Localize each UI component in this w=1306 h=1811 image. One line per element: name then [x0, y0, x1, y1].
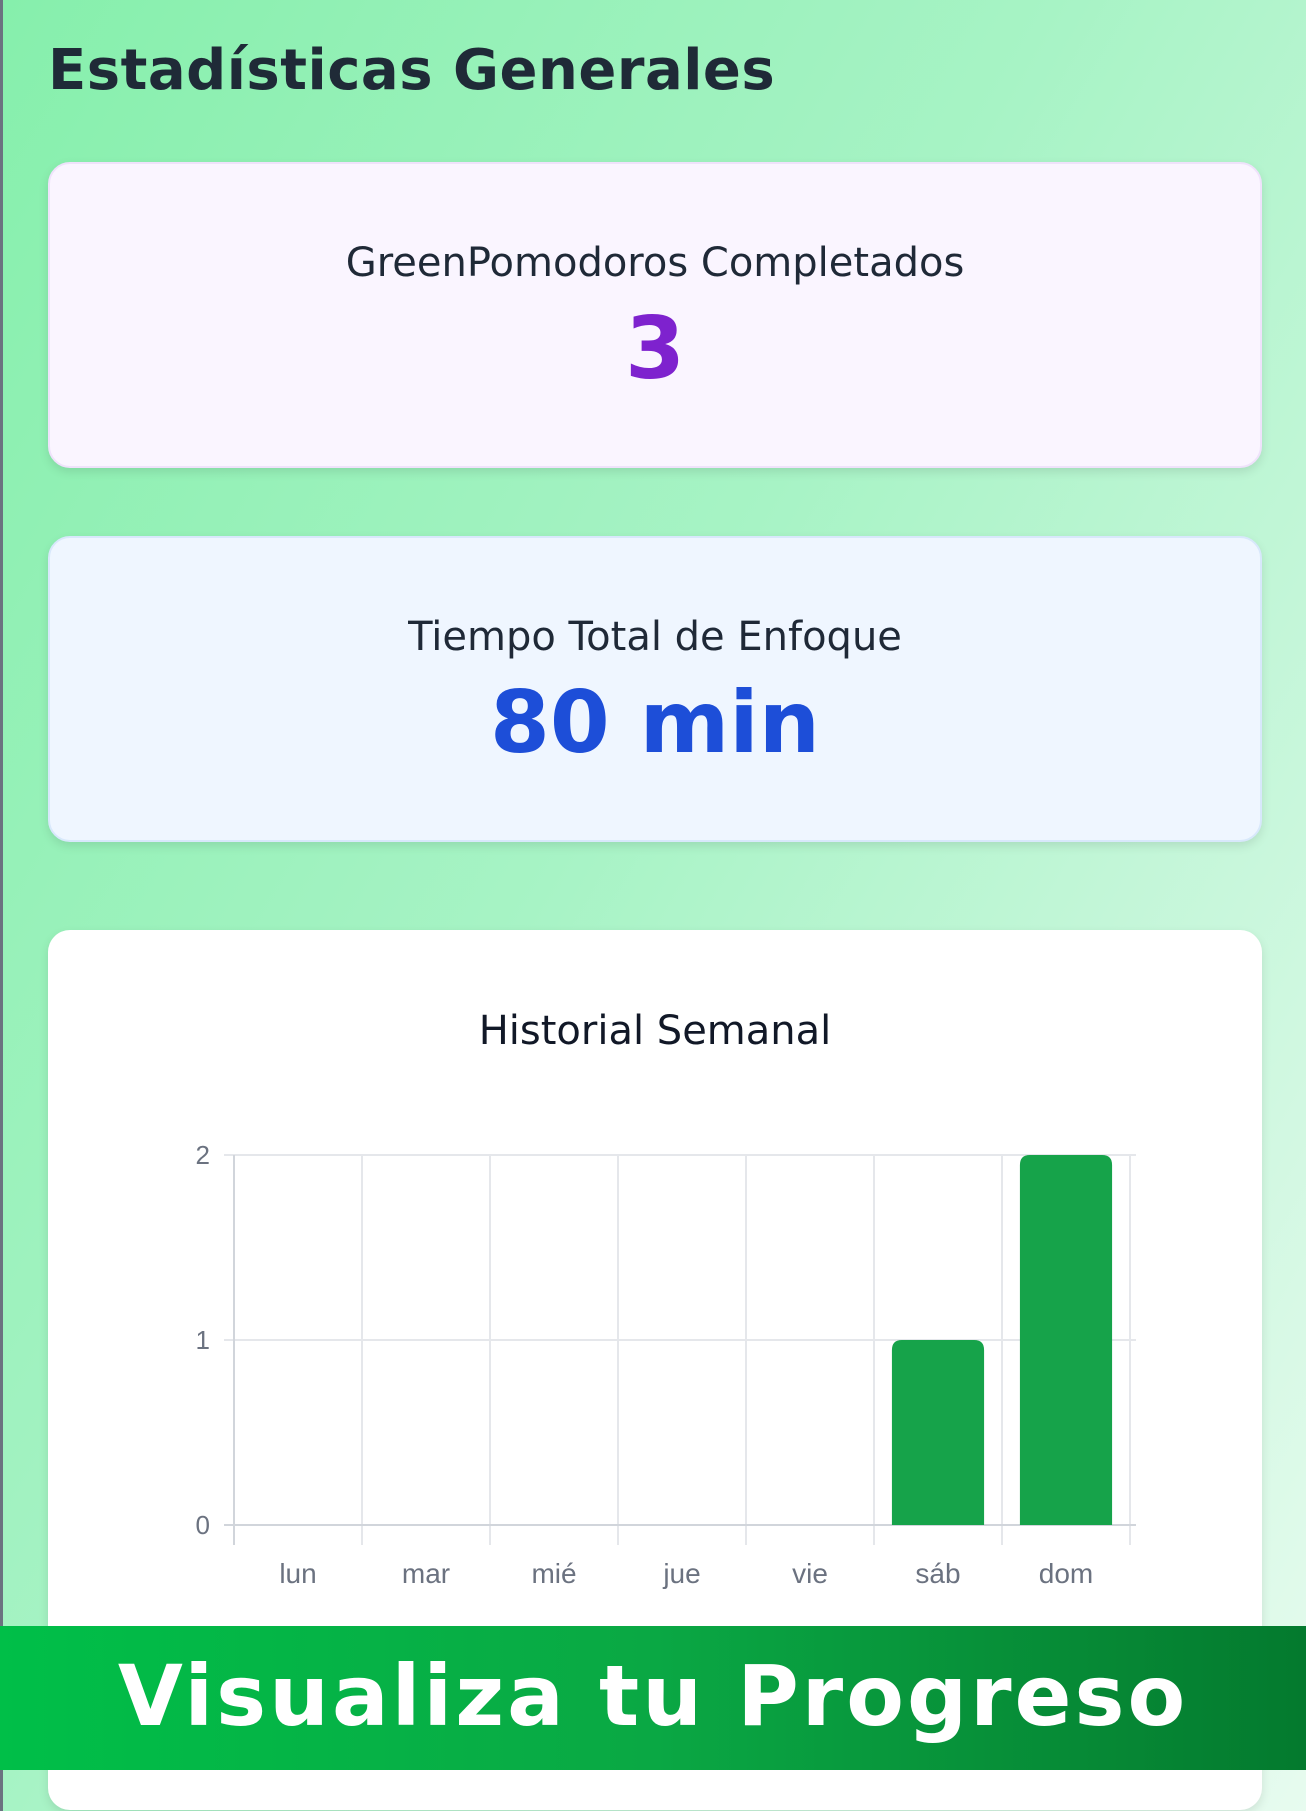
bar-dom — [1019, 1155, 1113, 1525]
y-tick-label: 2 — [196, 1140, 210, 1170]
x-tick-label: vie — [792, 1558, 828, 1589]
pomodoros-completed-value: 3 — [625, 299, 685, 399]
promo-banner-text: Visualiza tu Progreso — [117, 1647, 1189, 1745]
y-tick-label: 1 — [196, 1325, 210, 1355]
total-focus-time-label: Tiempo Total de Enfoque — [408, 614, 902, 660]
y-tick-label: 0 — [196, 1510, 210, 1540]
x-tick-label: lun — [279, 1558, 316, 1589]
pomodoros-completed-card: GreenPomodoros Completados 3 — [48, 162, 1262, 468]
total-focus-time-card: Tiempo Total de Enfoque 80 min — [48, 536, 1262, 842]
window-left-border — [0, 0, 3, 1811]
pomodoros-completed-label: GreenPomodoros Completados — [345, 240, 965, 286]
x-tick-label: mar — [402, 1558, 450, 1589]
page-title: Estadísticas Generales — [48, 38, 776, 103]
x-tick-label: mié — [531, 1558, 576, 1589]
x-tick-label: sáb — [915, 1558, 960, 1589]
x-tick-label: jue — [662, 1558, 700, 1589]
weekly-history-chart: 0 1 2 lun mar mié jue vie sáb dom — [196, 1140, 1136, 1589]
total-focus-time-value: 80 min — [490, 673, 820, 773]
promo-banner: Visualiza tu Progreso — [0, 1626, 1306, 1770]
x-tick-label: dom — [1039, 1558, 1093, 1589]
bar-sáb — [891, 1340, 985, 1525]
